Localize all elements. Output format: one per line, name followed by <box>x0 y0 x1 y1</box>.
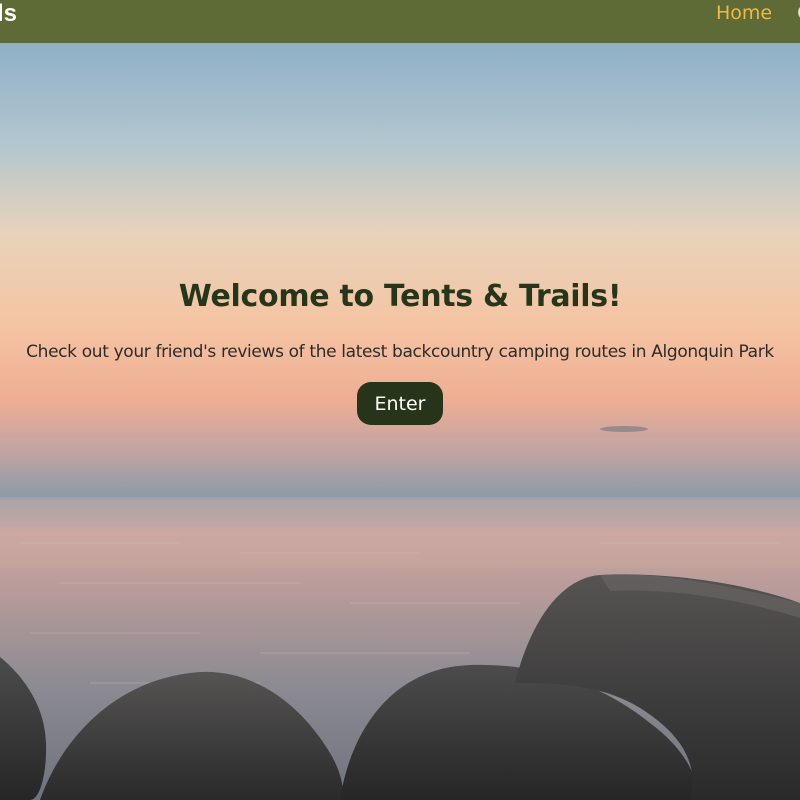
nav-link-home[interactable]: Home <box>716 0 772 26</box>
enter-button[interactable]: Enter <box>357 382 443 425</box>
hero-title: Welcome to Tents & Trails! <box>178 279 622 314</box>
navbar: Tents & Trails Home C <box>0 0 800 43</box>
hero-subtitle: Check out your friend's reviews of the l… <box>26 342 774 362</box>
hero-section: Welcome to Tents & Trails! Check out you… <box>0 43 800 800</box>
nav-links: Home C <box>716 0 800 26</box>
page: Tents & Trails Home C <box>0 0 800 800</box>
site-brand[interactable]: Tents & Trails <box>0 0 17 28</box>
